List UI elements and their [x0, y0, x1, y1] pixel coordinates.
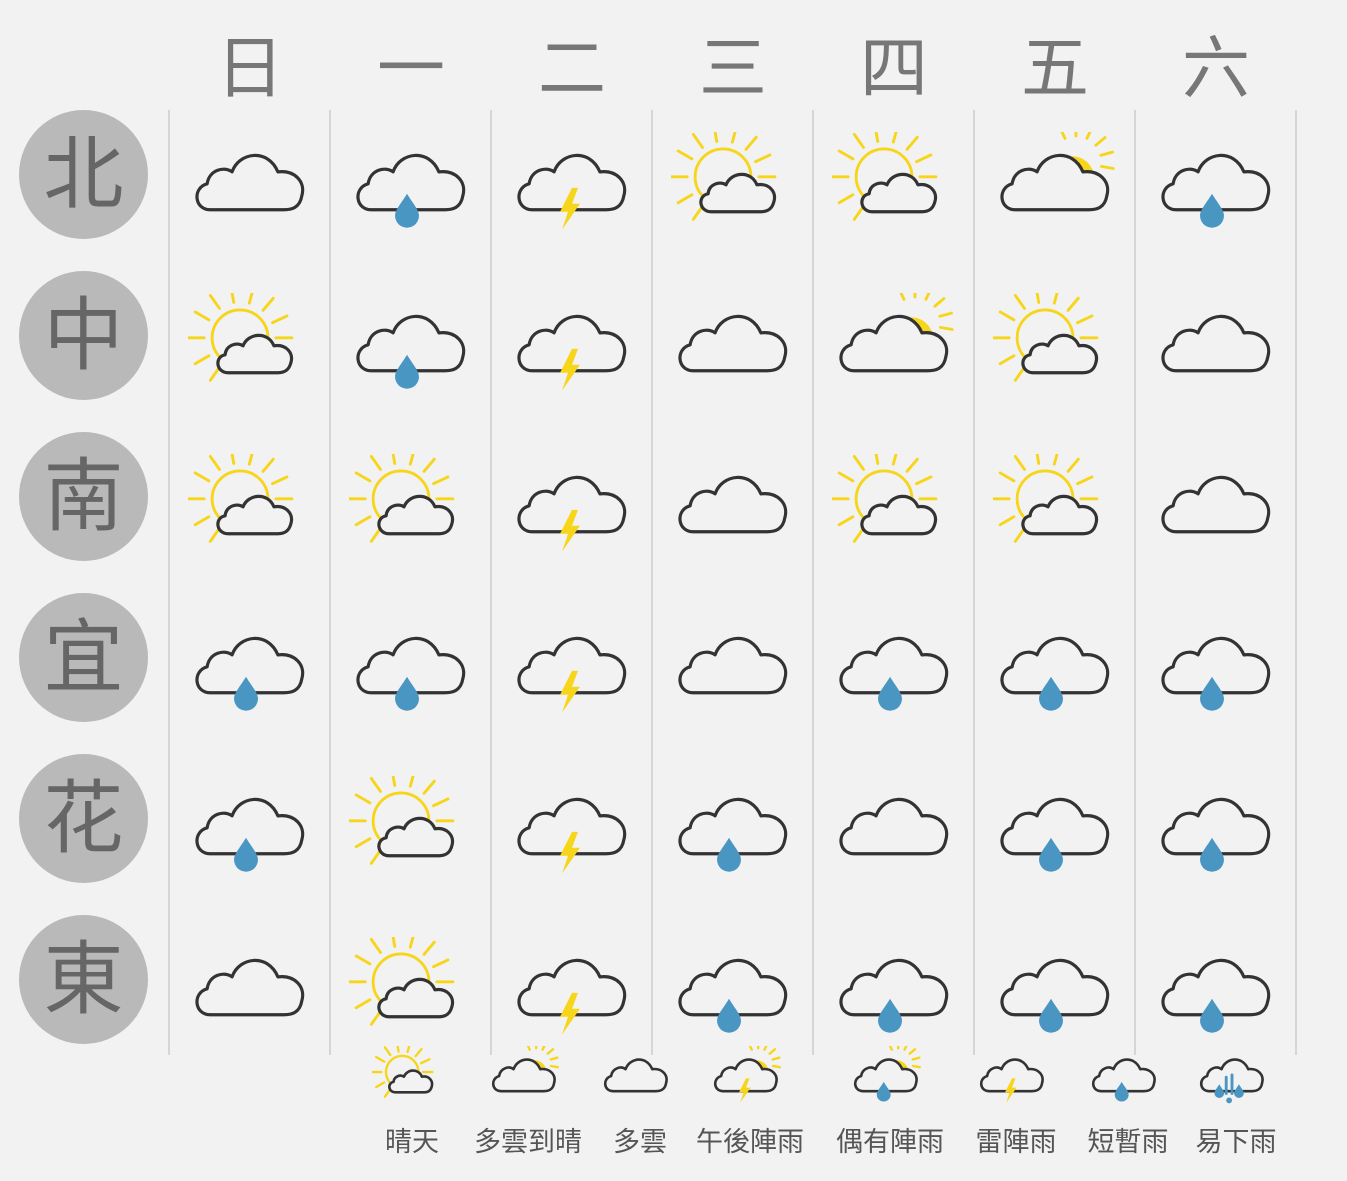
column-divider [1295, 110, 1297, 1055]
cloud-icon [671, 454, 795, 560]
region-badge: 南 [19, 432, 148, 561]
rain-cloud-icon [671, 776, 795, 882]
column-divider [1134, 110, 1136, 1055]
legend-item: 易下雨 [1166, 1046, 1306, 1166]
partly-cloudy-icon [832, 283, 956, 399]
cloud-icon [1154, 293, 1278, 399]
sun-cloud-icon [347, 929, 473, 1043]
cloud-icon [832, 776, 956, 882]
rain-cloud-icon [349, 132, 473, 238]
column-divider [168, 110, 170, 1055]
column-divider [490, 110, 492, 1055]
region-badge: 東 [19, 915, 148, 1044]
sun-cloud-icon [830, 446, 956, 560]
rain-cloud-icon [993, 937, 1117, 1043]
sun-cloud-icon [186, 285, 312, 399]
sun-cloud-icon [991, 285, 1117, 399]
day-header: 二 [537, 30, 606, 109]
rain-cloud-icon [1154, 132, 1278, 238]
sun-cloud-icon [347, 768, 473, 882]
sun-cloud-icon [186, 446, 312, 560]
day-header: 三 [698, 30, 767, 109]
thunder-cloud-icon [510, 937, 634, 1043]
sun-cloud-icon [669, 124, 795, 238]
column-divider [812, 110, 814, 1055]
day-header: 六 [1181, 30, 1250, 109]
rain-cloud-icon [188, 776, 312, 882]
rain-cloud-icon [832, 615, 956, 721]
rain-cloud-icon [993, 776, 1117, 882]
thunder-cloud-icon [510, 776, 634, 882]
cloud-icon [671, 293, 795, 399]
thunder-cloud-icon [510, 454, 634, 560]
day-header: 一 [376, 30, 445, 109]
thunder-cloud-icon [510, 293, 634, 399]
day-header: 五 [1020, 30, 1089, 109]
rain-cloud-icon [671, 937, 795, 1043]
rain-cloud-icon [1154, 937, 1278, 1043]
column-divider [651, 110, 653, 1055]
rain-cloud-icon [1154, 776, 1278, 882]
sun-cloud-icon [830, 124, 956, 238]
thunder-cloud-icon [510, 615, 634, 721]
rain-cloud-icon [1154, 615, 1278, 721]
cloud-icon [671, 615, 795, 721]
day-header: 四 [859, 30, 928, 109]
sun-cloud-icon [991, 446, 1117, 560]
region-badge: 中 [19, 271, 148, 400]
cloud-icon [188, 132, 312, 238]
cloud-icon [188, 937, 312, 1043]
rain-cloud-icon [349, 293, 473, 399]
legend-label: 偶有陣雨 [836, 1127, 944, 1158]
cloud-icon [1154, 454, 1278, 560]
legend-item: 午後陣雨 [680, 1046, 820, 1166]
partly-cloudy-icon [993, 122, 1117, 238]
sun-cloud-icon [347, 446, 473, 560]
legend-item: 偶有陣雨 [820, 1046, 960, 1166]
rain-cloud-icon [349, 615, 473, 721]
rain-cloud-icon [993, 615, 1117, 721]
region-badge: 宜 [19, 593, 148, 722]
rain-cloud-icon [188, 615, 312, 721]
legend-label: 易下雨 [1195, 1127, 1277, 1158]
thunder-cloud-icon [510, 132, 634, 238]
rain-cloud-icon [832, 937, 956, 1043]
column-divider [329, 110, 331, 1055]
region-badge: 花 [19, 754, 148, 883]
column-divider [973, 110, 975, 1055]
region-badge: 北 [19, 110, 148, 239]
legend-label: 午後陣雨 [696, 1127, 804, 1158]
day-header: 日 [215, 30, 284, 109]
